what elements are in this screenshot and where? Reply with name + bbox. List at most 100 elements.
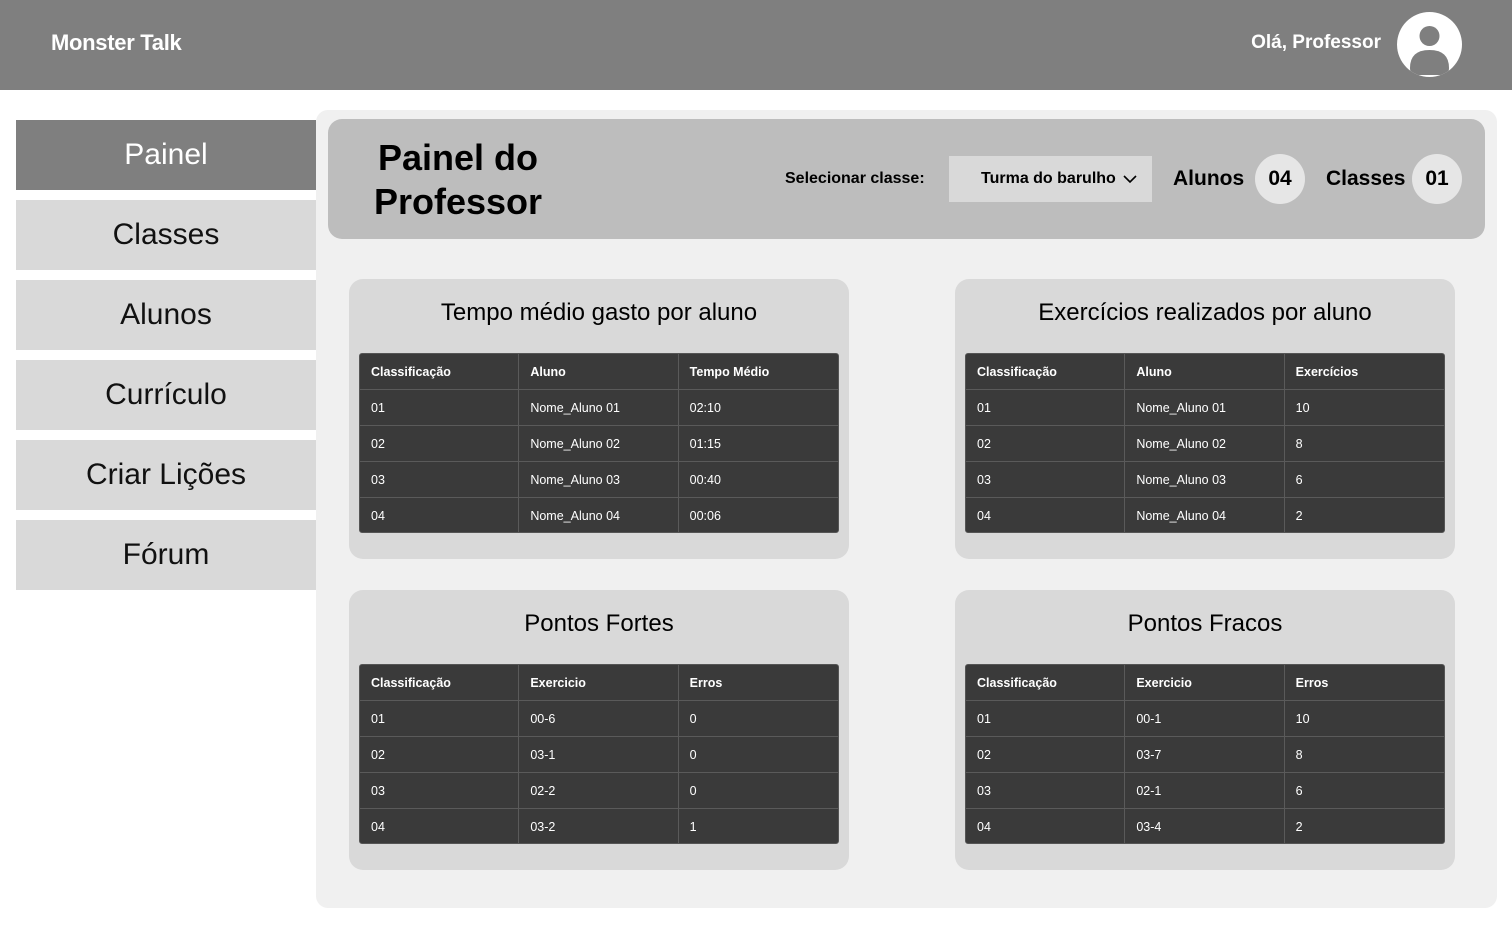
students-count-badge: 04 [1255, 154, 1305, 204]
user-avatar-icon[interactable] [1397, 12, 1462, 77]
table-row: 02 Nome_Aluno 02 8 [966, 426, 1444, 462]
table-cell: Nome_Aluno 03 [519, 462, 679, 498]
table-row: 01 00-1 10 [966, 701, 1444, 737]
column-header: Erros [1295, 676, 1329, 690]
column-header: Exercícios [1295, 365, 1359, 379]
table-cell: 03 [966, 773, 1126, 809]
table-row: 02 03-1 0 [360, 737, 838, 773]
table-cell: 04 [360, 498, 520, 532]
table-row: 01 Nome_Aluno 01 02:10 [360, 390, 838, 426]
table-row: 04 Nome_Aluno 04 2 [966, 498, 1444, 532]
table-cell: 02:10 [689, 401, 721, 415]
card-exercises: Exercícios realizados por aluno Classifi… [955, 279, 1455, 559]
page-title: Painel do Professor [358, 136, 558, 224]
card-weaknesses: Pontos Fracos Classificação Exercicio Er… [955, 590, 1455, 870]
table-header-row: Classificação Exercicio Erros [966, 665, 1444, 701]
table-cell: 6 [1295, 473, 1303, 487]
table-cell: 01 [360, 390, 520, 426]
table-cell: 02-2 [519, 773, 679, 809]
table-cell: 00-1 [1125, 701, 1285, 737]
sidebar-item-criar-licoes[interactable]: Criar Lições [16, 440, 316, 510]
column-header: Classificação [966, 354, 1126, 390]
table-cell: 03 [360, 773, 520, 809]
table-cell: 10 [1295, 712, 1310, 726]
table-cell: 02 [360, 737, 520, 773]
table-cell: 02-1 [1125, 773, 1285, 809]
table-cell: 0 [689, 712, 697, 726]
sidebar-item-painel[interactable]: Painel [16, 120, 316, 190]
column-header: Tempo Médio [689, 365, 770, 379]
sidebar-item-forum[interactable]: Fórum [16, 520, 316, 590]
table-cell: 00-6 [519, 701, 679, 737]
table-cell: 01 [966, 701, 1126, 737]
table-cell: 8 [1295, 437, 1303, 451]
table-row: 01 Nome_Aluno 01 10 [966, 390, 1444, 426]
sidebar-item-alunos[interactable]: Alunos [16, 280, 316, 350]
table-row: 04 03-4 2 [966, 809, 1444, 843]
table-header-row: Classificação Aluno Tempo Médio [360, 354, 838, 390]
table-cell: 04 [966, 809, 1126, 843]
table-cell: Nome_Aluno 02 [519, 426, 679, 462]
table-cell: 1 [689, 820, 697, 834]
card-title: Pontos Fortes [524, 610, 674, 637]
table-row: 04 03-2 1 [360, 809, 838, 843]
table-header-row: Classificação Exercicio Erros [360, 665, 838, 701]
card-title: Pontos Fracos [1127, 610, 1283, 637]
column-header: Classificação [360, 354, 520, 390]
table-row: 03 02-1 6 [966, 773, 1444, 809]
chevron-down-icon [1123, 175, 1137, 184]
table-cell: 02 [360, 426, 520, 462]
exercises-table: Classificação Aluno Exercícios 01 Nome_A… [965, 353, 1445, 533]
table-cell: 01 [966, 390, 1126, 426]
average-time-table: Classificação Aluno Tempo Médio 01 Nome_… [359, 353, 839, 533]
user-greeting: Olá, Professor [1251, 32, 1381, 53]
page-title-line1: Painel do [377, 137, 539, 178]
table-row: 02 03-7 8 [966, 737, 1444, 773]
table-cell: 0 [689, 784, 697, 798]
sidebar-item-curriculo[interactable]: Currículo [16, 360, 316, 430]
column-header: Classificação [966, 665, 1126, 701]
classes-label: Classes [1326, 167, 1406, 190]
app-logo[interactable]: Monster Talk [51, 30, 182, 56]
column-header: Classificação [360, 665, 520, 701]
table-cell: 10 [1295, 401, 1310, 415]
table-row: 03 Nome_Aluno 03 6 [966, 462, 1444, 498]
table-cell: 0 [689, 748, 697, 762]
table-row: 03 02-2 0 [360, 773, 838, 809]
table-cell: Nome_Aluno 01 [1125, 390, 1285, 426]
table-cell: 00:40 [689, 473, 721, 487]
students-label: Alunos [1173, 167, 1245, 190]
column-header: Aluno [1125, 354, 1285, 390]
class-select-label: Selecionar classe: [785, 170, 925, 187]
column-header: Exercicio [1125, 665, 1285, 701]
table-cell: 8 [1295, 748, 1303, 762]
table-cell: Nome_Aluno 01 [519, 390, 679, 426]
table-cell: 00:06 [689, 509, 721, 523]
strengths-table: Classificação Exercicio Erros 01 00-6 0 … [359, 664, 839, 844]
table-header-row: Classificação Aluno Exercícios [966, 354, 1444, 390]
table-cell: 03-7 [1125, 737, 1285, 773]
table-cell: 2 [1295, 820, 1303, 834]
table-cell: 04 [360, 809, 520, 843]
table-cell: Nome_Aluno 02 [1125, 426, 1285, 462]
column-header: Aluno [519, 354, 679, 390]
table-cell: 03-1 [519, 737, 679, 773]
table-cell: 03 [966, 462, 1126, 498]
class-select[interactable]: Turma do barulho [949, 156, 1152, 202]
card-title: Tempo médio gasto por aluno [440, 299, 758, 326]
table-cell: 01:15 [689, 437, 721, 451]
page-title-line2: Professor [373, 181, 543, 222]
card-strengths: Pontos Fortes Classificação Exercicio Er… [349, 590, 849, 870]
card-average-time: Tempo médio gasto por aluno Classificaçã… [349, 279, 849, 559]
table-cell: Nome_Aluno 03 [1125, 462, 1285, 498]
table-cell: Nome_Aluno 04 [1125, 498, 1285, 532]
sidebar-item-classes[interactable]: Classes [16, 200, 316, 270]
table-cell: 03-2 [519, 809, 679, 843]
table-cell: Nome_Aluno 04 [519, 498, 679, 532]
table-cell: 01 [360, 701, 520, 737]
card-title: Exercícios realizados por aluno [1038, 299, 1372, 326]
table-row: 03 Nome_Aluno 03 00:40 [360, 462, 838, 498]
table-cell: 03 [360, 462, 520, 498]
top-bar: Monster Talk Olá, Professor [0, 0, 1512, 90]
classes-count-badge: 01 [1412, 154, 1462, 204]
